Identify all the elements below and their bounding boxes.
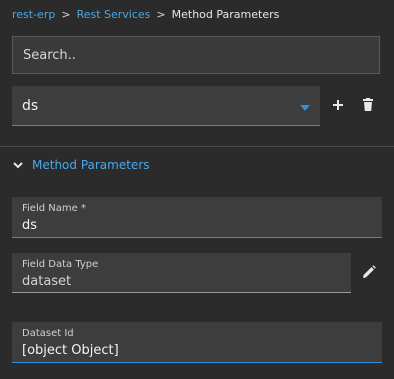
field-data-type-label: Field Data Type [22,259,99,270]
plus-icon [333,100,343,110]
pencil-icon [363,265,376,278]
trash-icon [363,98,373,111]
section-toggle-method-parameters[interactable]: Method Parameters [12,158,150,172]
field-data-type-input[interactable]: Field Data Type dataset [12,253,351,293]
method-select[interactable]: ds [12,86,320,126]
search-input[interactable] [12,36,380,74]
dataset-id-label: Dataset Id [22,328,74,339]
edit-data-type-button[interactable] [360,263,378,281]
breadcrumb-current: Method Parameters [171,8,280,21]
section-title: Method Parameters [32,158,150,172]
breadcrumb: rest-erp > Rest Services > Method Parame… [12,8,279,21]
field-name-label: Field Name * [22,203,86,214]
field-data-type-value: dataset [22,274,72,289]
method-select-value: ds [22,97,39,114]
breadcrumb-link-rest-services[interactable]: Rest Services [77,8,151,21]
field-name-input[interactable]: Field Name * ds [12,197,382,238]
add-method-button[interactable] [328,94,348,116]
dataset-id-value: [object Object] [22,343,119,358]
breadcrumb-separator: > [156,8,166,21]
breadcrumb-link-rest-erp[interactable]: rest-erp [12,8,55,21]
caret-down-icon [300,104,310,111]
chevron-down-icon [13,162,23,169]
field-name-value: ds [22,218,38,233]
dataset-id-input[interactable]: Dataset Id [object Object] [12,322,382,363]
divider [0,146,394,147]
breadcrumb-separator: > [61,8,71,21]
delete-method-button[interactable] [358,94,378,116]
